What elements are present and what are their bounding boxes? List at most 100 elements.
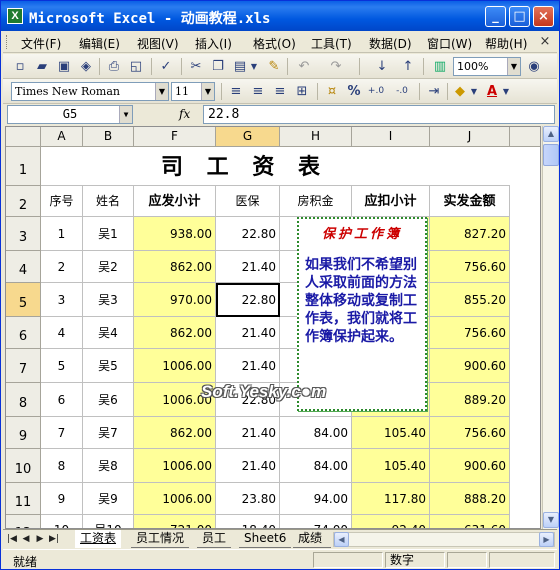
cell-f3[interactable]: 938.00	[134, 217, 216, 251]
sheet-tab-grades[interactable]: 成绩	[293, 530, 331, 548]
menu-tools[interactable]: 工具(T)	[311, 35, 352, 52]
cut-icon[interactable]: ✂	[187, 58, 205, 75]
cell-g4[interactable]: 21.40	[216, 251, 280, 283]
column-header-next[interactable]	[510, 127, 540, 147]
column-header-i[interactable]: I	[352, 127, 430, 147]
scroll-down-icon[interactable]: ▼	[543, 512, 559, 528]
open-icon[interactable]: ▰	[33, 58, 51, 75]
cell-b12[interactable]: 吴10	[83, 515, 134, 528]
sheet-title-cell[interactable]: 司 工 资 表	[41, 147, 510, 186]
header-cell-f[interactable]: 应发小计	[134, 186, 216, 217]
cell-h12[interactable]: 74.00	[280, 515, 352, 528]
sheet-tab-sheet6[interactable]: Sheet6	[239, 530, 292, 548]
sort-descending-icon[interactable]: ↑	[399, 58, 417, 75]
fill-color-icon[interactable]: ◆	[451, 83, 469, 100]
cell-j9[interactable]: 756.60	[430, 417, 510, 449]
close-button[interactable]: ×	[533, 6, 554, 27]
vertical-scroll-thumb[interactable]	[543, 144, 559, 166]
cell-f9[interactable]: 862.00	[134, 417, 216, 449]
cell-g5[interactable]: 22.80	[216, 283, 280, 317]
font-size-dropdown-icon[interactable]: ▼	[201, 83, 214, 100]
cell-a4[interactable]: 2	[41, 251, 83, 283]
cell-g6[interactable]: 21.40	[216, 317, 280, 349]
row-header-4[interactable]: 4	[6, 251, 41, 283]
first-sheet-icon[interactable]: |◀	[6, 532, 18, 546]
cell-b10[interactable]: 吴8	[83, 449, 134, 483]
font-dropdown-icon[interactable]: ▼	[155, 83, 168, 100]
cell-b4[interactable]: 吴2	[83, 251, 134, 283]
redo-icon[interactable]: ↷	[327, 58, 345, 75]
header-cell-a[interactable]: 序号	[41, 186, 83, 217]
column-header-h[interactable]: H	[280, 127, 352, 147]
currency-icon[interactable]: ¤	[323, 83, 341, 100]
prev-sheet-icon[interactable]: ◀	[20, 532, 32, 546]
print-icon[interactable]: ⎙	[105, 58, 123, 75]
permission-icon[interactable]: ◈	[77, 58, 95, 75]
cell-h10[interactable]: 84.00	[280, 449, 352, 483]
cell-i10[interactable]: 105.40	[352, 449, 430, 483]
align-right-icon[interactable]: ≡	[271, 83, 289, 100]
menu-file[interactable]: 文件(F)	[21, 35, 61, 52]
cell-g9[interactable]: 21.40	[216, 417, 280, 449]
row-header-2[interactable]: 2	[6, 186, 41, 217]
zoom-dropdown-icon[interactable]: ▼	[507, 58, 520, 75]
column-header-a[interactable]: A	[41, 127, 83, 147]
cell-a7[interactable]: 5	[41, 349, 83, 383]
menu-window[interactable]: 窗口(W)	[427, 35, 472, 52]
header-cell-j[interactable]: 实发金额	[430, 186, 510, 217]
cell-f5[interactable]: 970.00	[134, 283, 216, 317]
cell-f7[interactable]: 1006.00	[134, 349, 216, 383]
row-header-8[interactable]: 8	[6, 383, 41, 417]
print-preview-icon[interactable]: ◱	[127, 58, 145, 75]
cell-j4[interactable]: 756.60	[430, 251, 510, 283]
align-left-icon[interactable]: ≡	[227, 83, 245, 100]
font-combo[interactable]: Times New Roman ▼	[11, 82, 169, 101]
scroll-right-icon[interactable]: ▶	[539, 532, 554, 547]
cell-a5[interactable]: 3	[41, 283, 83, 317]
row-header-3[interactable]: 3	[6, 217, 41, 251]
cell-f12[interactable]: 721.00	[134, 515, 216, 528]
font-color-dropdown-icon[interactable]: ▼	[501, 83, 511, 100]
header-cell-h[interactable]: 房积金	[280, 186, 352, 217]
column-header-j[interactable]: J	[430, 127, 510, 147]
cell-g10[interactable]: 21.40	[216, 449, 280, 483]
cell-b9[interactable]: 吴7	[83, 417, 134, 449]
scroll-up-icon[interactable]: ▲	[543, 126, 559, 142]
paste-dropdown-icon[interactable]: ▼	[249, 58, 259, 75]
column-header-f[interactable]: F	[134, 127, 216, 147]
row-header-11[interactable]: 11	[6, 483, 41, 515]
paste-icon[interactable]: ▤	[231, 58, 249, 75]
save-icon[interactable]: ▣	[55, 58, 73, 75]
row-header-1[interactable]: 1	[6, 147, 41, 186]
cell-a12[interactable]: 10	[41, 515, 83, 528]
chart-wizard-icon[interactable]: ▥	[431, 58, 449, 75]
cell-h9[interactable]: 84.00	[280, 417, 352, 449]
last-sheet-icon[interactable]: ▶|	[48, 532, 60, 546]
decrease-decimal-icon[interactable]: -.0	[393, 83, 411, 100]
row-header-7[interactable]: 7	[6, 349, 41, 383]
cell-g3[interactable]: 22.80	[216, 217, 280, 251]
menu-format[interactable]: 格式(O)	[253, 35, 296, 52]
undo-icon[interactable]: ↶	[295, 58, 313, 75]
cell-b3[interactable]: 吴1	[83, 217, 134, 251]
minimize-button[interactable]: _	[485, 6, 506, 27]
cell-b11[interactable]: 吴9	[83, 483, 134, 515]
cell-b8[interactable]: 吴6	[83, 383, 134, 417]
format-painter-icon[interactable]: ✎	[265, 58, 283, 75]
indent-icon[interactable]: ⇥	[425, 83, 443, 100]
cell-b5[interactable]: 吴3	[83, 283, 134, 317]
increase-decimal-icon[interactable]: +.0	[367, 83, 385, 100]
cell-b6[interactable]: 吴4	[83, 317, 134, 349]
cell-a9[interactable]: 7	[41, 417, 83, 449]
zoom-combo[interactable]: 100% ▼	[453, 57, 521, 76]
select-all-corner[interactable]	[6, 127, 41, 147]
menu-help[interactable]: 帮助(H)	[485, 35, 527, 52]
insert-function-icon[interactable]: fx	[179, 107, 190, 121]
merge-center-icon[interactable]: ⊞	[293, 83, 311, 100]
cell-j6[interactable]: 756.60	[430, 317, 510, 349]
cell-b7[interactable]: 吴5	[83, 349, 134, 383]
row-header-12[interactable]: 12	[6, 515, 41, 528]
cell-a8[interactable]: 6	[41, 383, 83, 417]
spelling-icon[interactable]: ✓	[157, 58, 175, 75]
cell-i11[interactable]: 117.80	[352, 483, 430, 515]
